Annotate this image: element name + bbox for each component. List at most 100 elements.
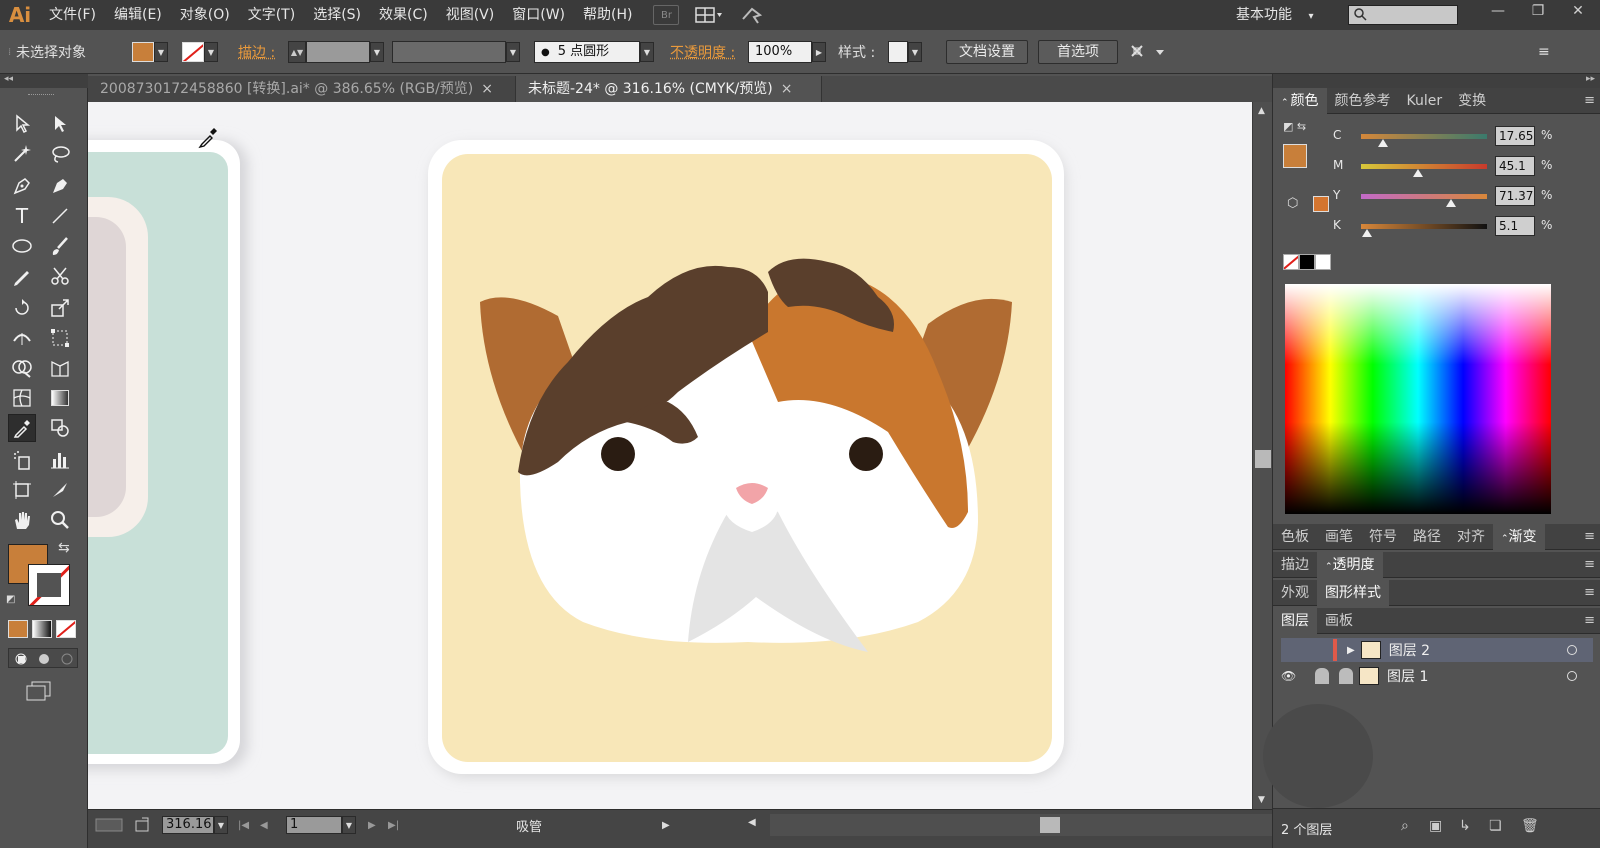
free-transform-tool-icon[interactable] (46, 324, 74, 352)
none-swatch[interactable] (1283, 254, 1299, 270)
slider-y[interactable]: Y 71.37 % (1333, 186, 1595, 210)
gamut-swatch[interactable] (1313, 196, 1329, 212)
tab-align[interactable]: 对齐 (1449, 524, 1493, 550)
panel-menu-icon[interactable]: ≡ (1584, 613, 1595, 628)
slider-k[interactable]: K 5.1 % (1333, 216, 1595, 240)
none-mode-icon[interactable] (56, 620, 76, 638)
mesh-tool-icon[interactable] (8, 384, 36, 412)
expand-triangle-icon[interactable]: ▶ (1347, 645, 1355, 656)
perspective-grid-tool-icon[interactable] (46, 354, 74, 382)
profile-field[interactable] (392, 41, 506, 63)
opacity-input[interactable]: 100% (748, 41, 812, 63)
last-artboard-icon[interactable]: ▶| (388, 814, 399, 836)
stroke-color-proxy[interactable] (28, 564, 70, 606)
status-artboard-icon[interactable] (94, 814, 126, 836)
chevron-down-icon[interactable]: ▼ (370, 42, 384, 62)
column-graph-tool-icon[interactable] (46, 446, 74, 474)
export-icon[interactable] (134, 814, 152, 836)
tab-document-1[interactable]: 2008730172458860 [转换].ai* @ 386.65% (RGB… (88, 76, 516, 102)
tab-color[interactable]: ⌃ 颜色 (1273, 87, 1327, 114)
slider-y-value[interactable]: 71.37 (1495, 186, 1535, 206)
stroke-swatch-none[interactable] (182, 42, 204, 62)
artboard-tool-icon[interactable] (8, 476, 36, 504)
new-sublayer-icon[interactable]: ↳ (1459, 818, 1471, 834)
default-colors-icon[interactable]: ◩ (6, 594, 15, 605)
white-swatch[interactable] (1315, 254, 1331, 270)
close-tab-icon[interactable]: × (781, 81, 793, 97)
new-layer-icon[interactable]: ❏ (1489, 818, 1502, 834)
layer-target-icon[interactable] (1567, 671, 1577, 681)
direct-selection-tool-icon[interactable] (46, 110, 74, 138)
horizontal-scroll-thumb[interactable] (1040, 817, 1060, 833)
menu-type[interactable]: 文字(T) (239, 0, 304, 30)
scroll-down-icon[interactable]: ▼ (1258, 795, 1265, 805)
color-spectrum[interactable] (1285, 284, 1551, 514)
delete-layer-icon[interactable]: 🗑 (1521, 818, 1539, 834)
scroll-up-icon[interactable]: ▲ (1258, 106, 1265, 116)
gpu-performance-icon[interactable] (739, 5, 765, 25)
menu-view[interactable]: 视图(V) (437, 0, 504, 30)
layer-row[interactable]: ▶ 图层 2 (1281, 638, 1593, 662)
selection-tool-icon[interactable] (8, 110, 36, 138)
tab-color-guide[interactable]: 颜色参考 (1327, 88, 1399, 114)
opacity-label[interactable]: 不透明度 : (670, 30, 735, 74)
width-tool-icon[interactable] (8, 324, 36, 352)
stroke-weight-input[interactable] (306, 41, 370, 63)
dock-collapse[interactable]: ▸▸ (1273, 74, 1600, 88)
layer-name[interactable]: 图层 1 (1387, 666, 1428, 686)
make-clipping-mask-icon[interactable]: ▣ (1429, 818, 1442, 834)
stroke-weight-control[interactable]: ▲▼ ▼ (288, 30, 384, 74)
paintbrush-tool-icon[interactable] (46, 232, 74, 260)
color-mode-icon[interactable] (8, 620, 28, 638)
tab-stroke[interactable]: 描边 (1273, 552, 1317, 578)
status-menu-icon[interactable]: ▶ (662, 814, 670, 836)
draw-mode-buttons[interactable] (8, 648, 78, 668)
panel-menu-icon[interactable]: ≡ (1584, 93, 1595, 108)
blend-tool-icon[interactable] (46, 414, 74, 442)
menu-effect[interactable]: 效果(C) (370, 0, 437, 30)
slider-c[interactable]: C 17.65 % (1333, 126, 1595, 150)
style-swatch[interactable] (888, 41, 908, 63)
chevron-down-icon[interactable]: ▼ (342, 816, 356, 834)
bridge-icon[interactable]: Br (653, 5, 680, 25)
tab-appearance[interactable]: 外观 (1273, 580, 1317, 606)
close-window-button[interactable]: ✕ (1558, 0, 1598, 22)
chevron-down-icon[interactable]: ▼ (506, 42, 520, 62)
minimize-button[interactable]: — (1478, 0, 1518, 22)
layer-target-icon[interactable] (1567, 645, 1577, 655)
tab-graphic-styles[interactable]: 图形样式 (1317, 579, 1389, 606)
panel-menu-icon[interactable]: ≡ (1584, 585, 1595, 600)
scroll-left-icon[interactable]: ◀ (748, 817, 756, 828)
chevron-down-icon[interactable]: ▼ (214, 816, 228, 834)
panel-menu-icon[interactable]: ≡ (1584, 529, 1595, 544)
expand-slot-icon[interactable] (1339, 668, 1353, 684)
arrange-documents-icon[interactable] (691, 5, 727, 25)
tab-transparency[interactable]: ⌃透明度 (1317, 551, 1383, 578)
workspace-switcher[interactable]: 基本功能 ▾ (1236, 4, 1313, 24)
artboard-canvas[interactable] (88, 102, 1252, 809)
slider-k-value[interactable]: 5.1 (1495, 216, 1535, 236)
first-artboard-icon[interactable]: |◀ (238, 814, 249, 836)
slider-m-track[interactable] (1361, 164, 1487, 169)
chevron-down-icon[interactable]: ▼ (640, 42, 654, 62)
type-tool-icon[interactable]: T (8, 202, 36, 230)
screen-mode-icon[interactable] (24, 680, 52, 706)
vertical-scrollbar[interactable]: ▲ ▼ (1252, 102, 1272, 809)
menu-window[interactable]: 窗口(W) (503, 0, 574, 30)
opacity-control[interactable]: 100% ▶ (748, 30, 826, 74)
horizontal-scrollbar[interactable]: ◀ ▶ (748, 814, 1338, 836)
black-swatch[interactable] (1299, 254, 1315, 270)
tab-gradient[interactable]: ⌃渐变 (1493, 523, 1545, 550)
lasso-tool-icon[interactable] (46, 140, 74, 168)
rotate-tool-icon[interactable] (8, 294, 36, 322)
brush-field[interactable]: ● 5 点圆形 (534, 41, 640, 63)
gradient-tool-icon[interactable] (46, 384, 74, 412)
chevron-down-icon[interactable]: ▼ (154, 42, 168, 62)
tab-pathfinder[interactable]: 路径 (1405, 524, 1449, 550)
magic-wand-tool-icon[interactable] (8, 140, 36, 168)
color-panel-fill-swatch[interactable] (1283, 144, 1307, 168)
brush-definition[interactable]: ● 5 点圆形 ▼ (534, 30, 654, 74)
restore-button[interactable]: ❐ (1518, 0, 1558, 22)
tab-document-2[interactable]: 未标题-24* @ 316.16% (CMYK/预览) × (516, 76, 822, 102)
tab-swatches[interactable]: 色板 (1273, 524, 1317, 550)
